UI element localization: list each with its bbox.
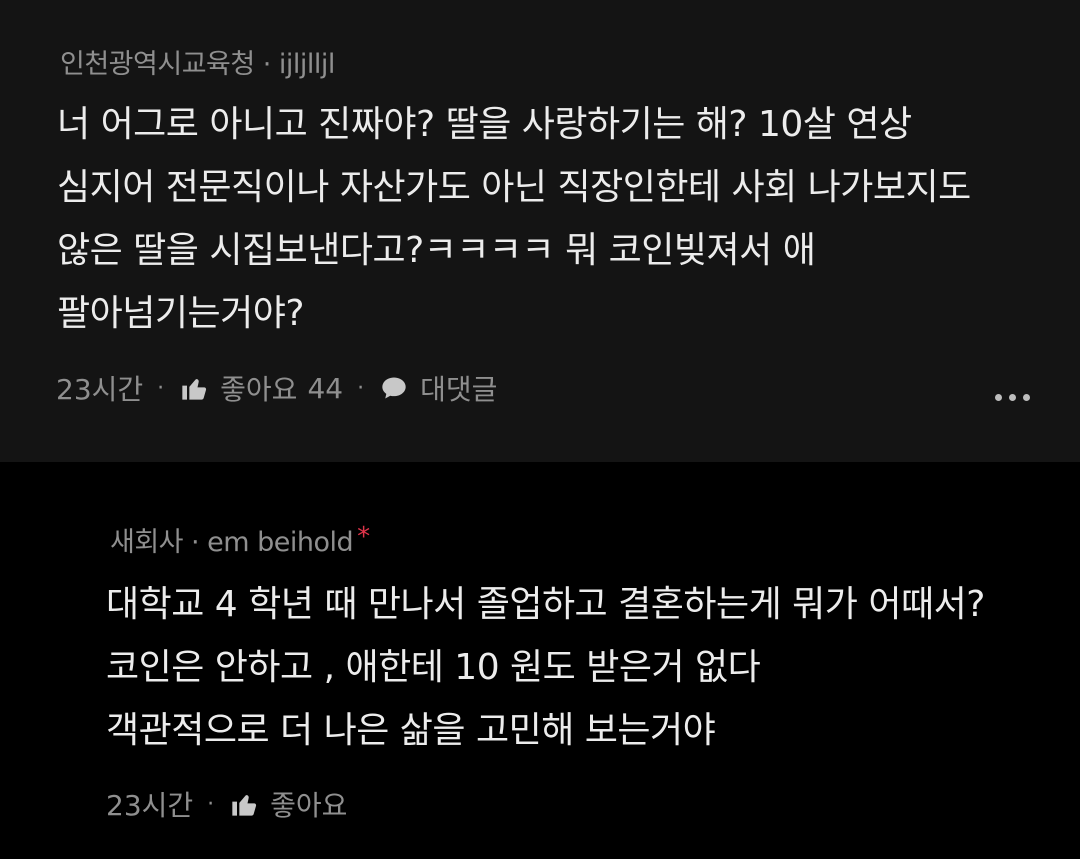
comment-actions: 23시간 · 좋아요 44 · 대댓글	[56, 368, 497, 408]
like-label: 좋아요	[220, 373, 298, 406]
reply-button[interactable]: 대댓글	[378, 368, 497, 408]
comment-body-line: 객관적으로 더 나은 삶을 고민해 보는거야	[106, 710, 716, 751]
more-horizontal-icon[interactable]	[995, 394, 1030, 401]
comment-actions: 23시간 · 좋아요	[106, 784, 347, 824]
comment-body-line: 코인은 안하고 , 애한테 10 원도 받은거 없다	[106, 647, 761, 688]
comment-body-line: 너 어그로 아니고 진짜야? 딸을 사랑하기는 해? 10살 연상	[57, 104, 912, 145]
author-org[interactable]: 인천광역시교육청	[60, 49, 255, 80]
like-label: 좋아요	[270, 789, 348, 822]
actions-separator: ·	[207, 791, 215, 817]
comment-body-line: 대학교 4 학년 때 만나서 졸업하고 결혼하는게 뭐가 어때서?	[106, 584, 985, 625]
comment-body-line: 팔아넘기는거야?	[57, 293, 304, 334]
author-name[interactable]: ijljlljl	[279, 49, 336, 80]
author-name[interactable]: em beihold	[207, 527, 354, 558]
comment-time: 23시간	[56, 373, 144, 406]
like-count: 44	[307, 371, 344, 405]
more-dot	[995, 394, 1002, 401]
meta-separator: ·	[191, 527, 200, 558]
comment-body: 너 어그로 아니고 진짜야? 딸을 사랑하기는 해? 10살 연상 심지어 전문…	[57, 93, 971, 345]
reply-label: 대댓글	[420, 373, 498, 406]
author-org[interactable]: 새회사	[110, 527, 184, 558]
author-marker: *	[357, 522, 370, 552]
comment-author-meta: 새회사 · em beihold *	[110, 520, 370, 559]
actions-separator: ·	[157, 375, 165, 401]
comment-author-meta: 인천광역시교육청 · ijljlljl	[60, 42, 335, 81]
thumbs-up-icon	[228, 790, 260, 818]
more-dot	[1009, 394, 1016, 401]
speech-bubble-icon	[378, 374, 410, 402]
reply-card: 새회사 · em beihold * 대학교 4 학년 때 만나서 졸업하고 결혼하는…	[0, 462, 1080, 859]
comment-body-line: 심지어 전문직이나 자산가도 아닌 직장인한테 사회 나가보지도	[57, 167, 971, 208]
comment-body-line: 않은 딸을 시집보낸다고?ㅋㅋㅋㅋ 뭐 코인빚져서 애	[57, 230, 816, 271]
actions-separator: ·	[357, 375, 365, 401]
comment-card: 인천광역시교육청 · ijljlljl 너 어그로 아니고 진짜야? 딸을 사랑하기…	[0, 0, 1080, 462]
thumbs-up-icon	[178, 374, 210, 402]
meta-separator: ·	[262, 49, 272, 80]
like-button[interactable]: 좋아요 44	[178, 368, 343, 408]
more-dot	[1023, 394, 1030, 401]
comment-time: 23시간	[106, 789, 194, 822]
comment-body: 대학교 4 학년 때 만나서 졸업하고 결혼하는게 뭐가 어때서? 코인은 안하…	[106, 573, 985, 762]
like-button[interactable]: 좋아요	[228, 784, 347, 824]
